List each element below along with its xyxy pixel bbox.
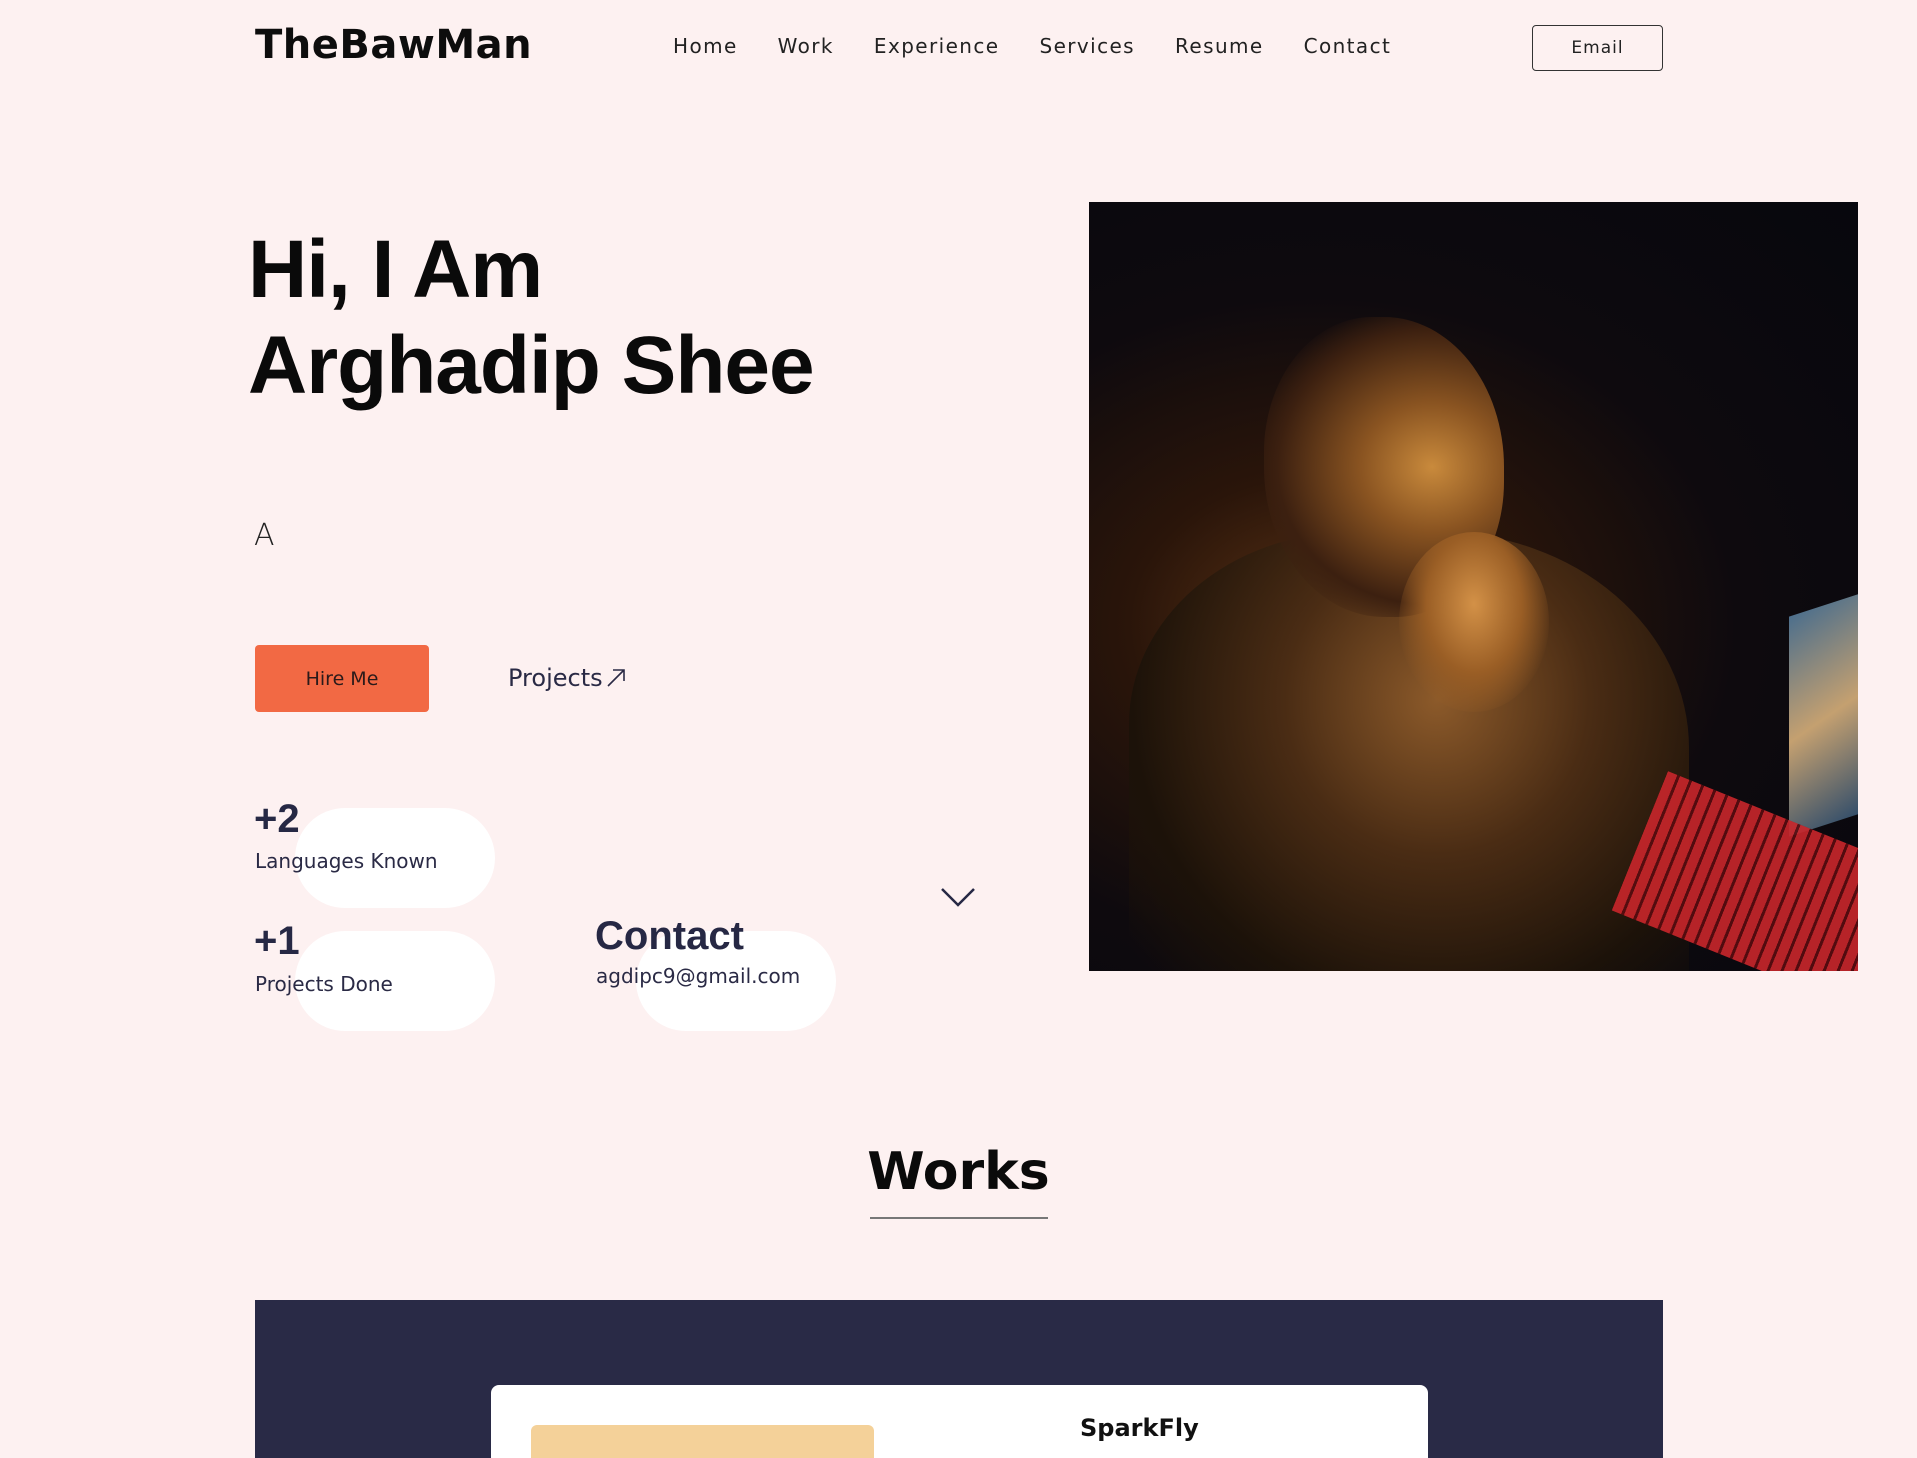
stat-projects-label: Projects Done	[255, 972, 393, 996]
hero-title-line2: Arghadip Shee	[248, 320, 815, 411]
works-underline	[870, 1217, 1048, 1219]
work-thumbnail[interactable]	[531, 1425, 874, 1458]
profile-photo	[1089, 202, 1858, 971]
nav-work[interactable]: Work	[778, 34, 834, 58]
email-button[interactable]: Email	[1532, 25, 1663, 71]
hero-title: Hi, I Am Arghadip Shee	[248, 222, 815, 414]
nav-experience[interactable]: Experience	[874, 34, 1000, 58]
hero-title-line1: Hi, I Am	[248, 224, 543, 315]
projects-link-label: Projects	[508, 664, 603, 692]
nav-services[interactable]: Services	[1039, 34, 1135, 58]
brand-logo[interactable]: TheBawMan	[255, 22, 532, 68]
nav-resume[interactable]: Resume	[1175, 34, 1264, 58]
main-nav: Home Work Experience Services Resume Con…	[673, 34, 1431, 58]
projects-link[interactable]: Projects	[508, 664, 627, 692]
work-card-title: SparkFly	[1080, 1414, 1199, 1442]
arrow-up-right-icon	[607, 669, 625, 687]
chevron-down-icon[interactable]	[940, 886, 976, 908]
works-heading: Works	[867, 1142, 1050, 1202]
stat-projects-number: +1	[254, 919, 300, 963]
contact-email[interactable]: agdipc9@gmail.com	[596, 964, 800, 988]
nav-contact[interactable]: Contact	[1304, 34, 1392, 58]
nav-home[interactable]: Home	[673, 34, 738, 58]
contact-title: Contact	[595, 914, 744, 958]
hire-me-button[interactable]: Hire Me	[255, 645, 429, 712]
stat-languages-label: Languages Known	[255, 849, 438, 873]
stat-languages-number: +2	[254, 797, 300, 841]
typed-role-text: A	[254, 518, 275, 553]
